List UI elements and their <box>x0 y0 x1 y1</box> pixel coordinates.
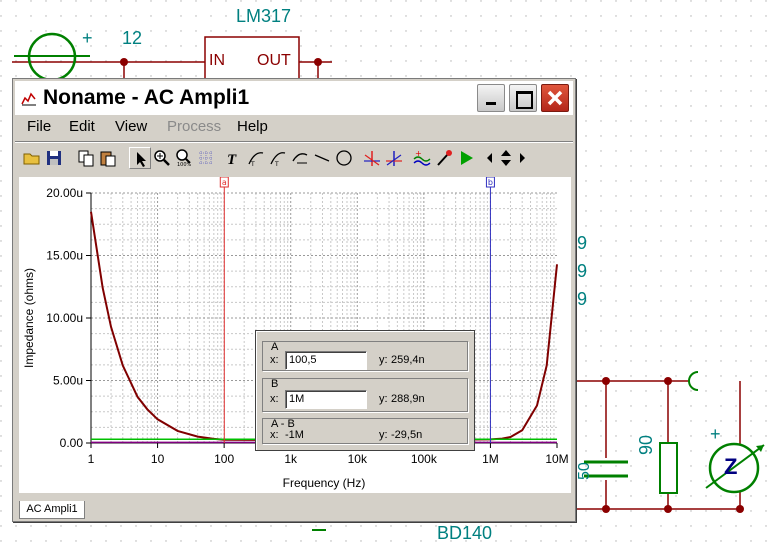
cursor-b-title: B <box>271 378 279 390</box>
transistor-label: BD140 <box>437 523 493 543</box>
close-button[interactable] <box>541 84 569 112</box>
regulator-out-pin: OUT <box>257 52 291 69</box>
paste-icon[interactable] <box>97 147 119 169</box>
meter-plus-sign: + <box>710 424 721 444</box>
zoom-in-icon[interactable] <box>151 147 173 169</box>
cursor-b-y-value: 288,9n <box>391 393 425 405</box>
cursor-a-y-label: y: <box>379 354 388 366</box>
cursor-a-title: A <box>271 341 279 353</box>
x-tick-label: 100 <box>214 452 234 466</box>
svg-text:100%: 100% <box>177 162 192 167</box>
x-tick-label: 10M <box>545 452 568 466</box>
open-folder-icon[interactable] <box>21 147 43 169</box>
run-icon[interactable] <box>455 147 477 169</box>
cursor-a-group: A x: 100,5 y: 259,4n <box>262 341 468 371</box>
cursor-diff-x-label: x: <box>270 429 279 441</box>
curve-label3-icon[interactable] <box>289 147 311 169</box>
maximize-icon <box>516 91 533 109</box>
text-tool-icon[interactable]: T <box>223 147 245 169</box>
grid-icon[interactable] <box>195 147 217 169</box>
curve-label-icon[interactable]: T <box>245 147 267 169</box>
ac-analysis-window: Noname - AC Ampli1 File Edit View Proces… <box>12 78 576 522</box>
cursor-b-x-input[interactable]: 1M <box>285 390 367 409</box>
cursor-readout-dialog[interactable]: A x: 100,5 y: 259,4n B x: 1M y: 288,9n A… <box>255 330 475 451</box>
x-tick-label: 1k <box>284 452 298 466</box>
y-axis-label: Impedance (ohms) <box>22 268 36 368</box>
x-tick-label: 100k <box>411 452 438 466</box>
cap-partial-label: 50 <box>576 462 593 480</box>
tab-ac-ampli1[interactable]: AC Ampli1 <box>19 501 85 519</box>
curve-label2-icon[interactable]: T <box>267 147 289 169</box>
cursor-a-icon[interactable] <box>361 147 383 169</box>
menu-edit[interactable]: Edit <box>69 118 95 135</box>
nav-right-icon[interactable] <box>515 147 529 169</box>
minimize-icon <box>486 102 496 105</box>
cursor-b-y-label: y: <box>379 393 388 405</box>
chart-app-icon <box>21 92 36 106</box>
nav-updown-icon[interactable] <box>497 147 515 169</box>
cursor-b-icon[interactable] <box>383 147 405 169</box>
svg-text:+: + <box>415 149 422 158</box>
y-tick-label: 10.00u <box>46 311 83 325</box>
cursor-diff-y-value: -29,5n <box>391 429 423 441</box>
menu-process[interactable]: Process <box>167 118 221 135</box>
cursor-diff-y-label: y: <box>379 429 388 441</box>
impedance-meter-label: Z <box>724 454 738 479</box>
toolbar: 100% T T T + <box>19 145 569 171</box>
cursor-a-x-input[interactable]: 100,5 <box>285 351 367 370</box>
line-tool-icon[interactable] <box>311 147 333 169</box>
circle-tool-icon[interactable] <box>333 147 355 169</box>
pointer-icon[interactable] <box>129 147 151 169</box>
partial-digit-label: 9 <box>577 289 588 309</box>
close-icon <box>547 90 563 106</box>
cursor-b-label: b <box>488 178 493 187</box>
cursor-b-group: B x: 1M y: 288,9n <box>262 378 468 412</box>
y-tick-label: 0.00 <box>60 436 84 450</box>
analysis-tab-bar: AC Ampli1 <box>19 497 571 519</box>
menu-bar: File Edit View Process Help <box>15 115 573 137</box>
x-tick-label: 10k <box>348 452 368 466</box>
maximize-button[interactable] <box>509 84 537 112</box>
node-number-label: 12 <box>122 28 143 48</box>
resistor-value-label: 90 <box>636 434 656 455</box>
menu-file[interactable]: File <box>27 118 51 135</box>
menu-help[interactable]: Help <box>237 118 268 135</box>
zoom-100-icon[interactable]: 100% <box>173 147 195 169</box>
y-tick-label: 20.00u <box>46 186 83 200</box>
save-disk-icon[interactable] <box>43 147 65 169</box>
partial-digit-label: 9 <box>577 233 588 253</box>
cursor-diff-group: A - B x: -1M y: -29,5n <box>262 418 468 444</box>
minimize-button[interactable] <box>477 84 505 112</box>
menu-view[interactable]: View <box>115 118 147 135</box>
x-tick-label: 10 <box>151 452 165 466</box>
cursor-a-label: a <box>222 178 227 187</box>
regulator-label: LM317 <box>236 6 292 26</box>
cursor-a-x-label: x: <box>270 354 279 366</box>
svg-text:T: T <box>227 152 237 167</box>
copy-icon[interactable] <box>75 147 97 169</box>
y-tick-label: 5.00u <box>53 374 83 388</box>
window-titlebar[interactable]: Noname - AC Ampli1 <box>15 81 573 115</box>
window-title: Noname - AC Ampli1 <box>43 86 250 109</box>
x-axis-label: Frequency (Hz) <box>283 476 366 490</box>
cursor-b-x-label: x: <box>270 393 279 405</box>
cursor-a-y-value: 259,4n <box>391 354 425 366</box>
cursor-diff-x-value: -1M <box>285 429 304 441</box>
svg-text:T: T <box>250 161 255 167</box>
nav-left-icon[interactable] <box>483 147 497 169</box>
svg-text:T: T <box>274 161 279 167</box>
probe-icon[interactable] <box>433 147 455 169</box>
source-plus-sign: + <box>82 28 93 48</box>
x-tick-label: 1M <box>482 452 499 466</box>
y-tick-label: 15.00u <box>46 249 83 263</box>
plot-panel: 1 10 100 1k 10k 100k 1M 10M 0.00 5.00u 10.00u 15.00… <box>19 177 571 493</box>
x-tick-label: 1 <box>88 452 95 466</box>
add-curve-icon[interactable]: + <box>411 147 433 169</box>
partial-digit-label: 9 <box>577 261 588 281</box>
regulator-in-pin: IN <box>209 52 225 69</box>
